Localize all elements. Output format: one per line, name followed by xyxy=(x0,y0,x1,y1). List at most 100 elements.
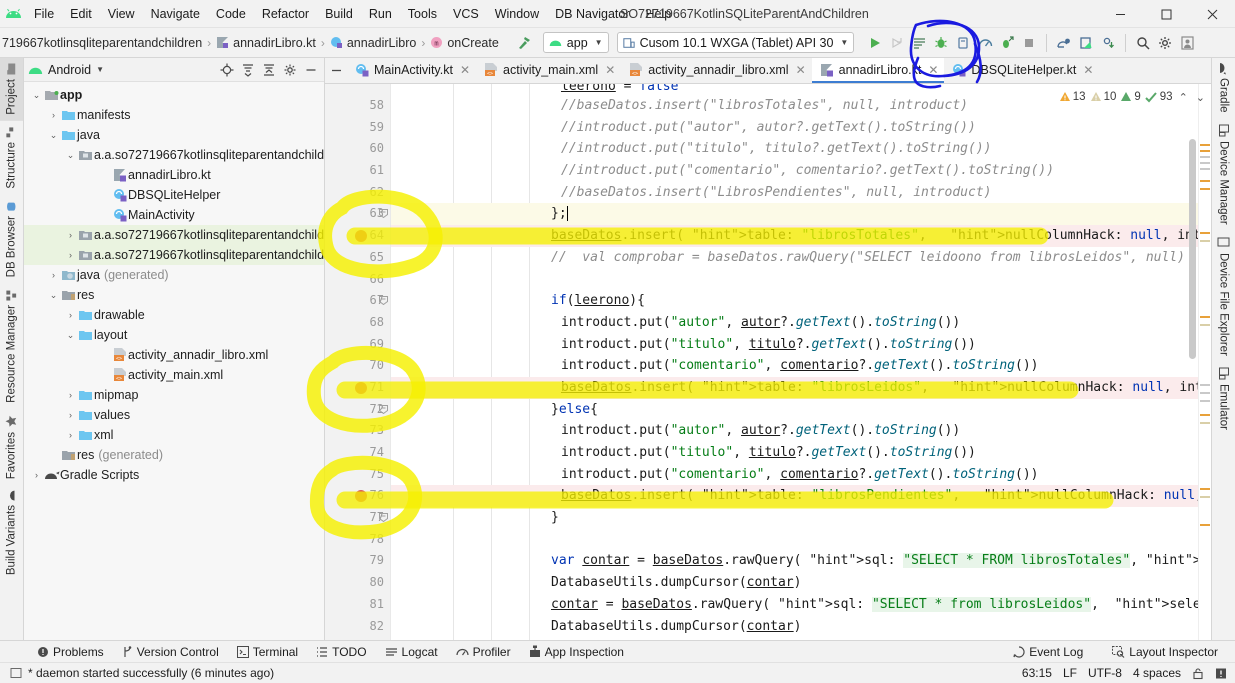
marker-stripe[interactable] xyxy=(1200,156,1210,158)
fold-marker-icon[interactable] xyxy=(379,296,388,306)
menu-tools[interactable]: Tools xyxy=(400,4,445,24)
marker-stripe[interactable] xyxy=(1200,168,1210,170)
rerun-icon[interactable] xyxy=(886,32,908,54)
bottom-tab-app-inspection[interactable]: App Inspection xyxy=(520,645,633,659)
chevron-down-icon[interactable]: ⌄ xyxy=(47,130,60,141)
editor-tab-annadirlibro-kt[interactable]: annadirLibro.kt ✕ xyxy=(811,58,945,83)
gutter-line-68[interactable]: 68 xyxy=(325,312,390,334)
hide-panel-icon[interactable] xyxy=(301,60,320,79)
hide-tabs-icon[interactable] xyxy=(325,58,347,83)
marker-stripe[interactable] xyxy=(1200,524,1210,526)
tree-node-drawable[interactable]: › drawable xyxy=(24,305,324,325)
expand-all-icon[interactable] xyxy=(238,60,257,79)
run-with-coverage-icon[interactable] xyxy=(996,32,1018,54)
gutter-line-71[interactable]: 71 xyxy=(325,377,390,399)
gutter-line-76[interactable]: 76 xyxy=(325,485,390,507)
tree-node-gradle-scripts[interactable]: › Gradle Scripts xyxy=(24,465,324,485)
editor-tab-mainactivity-kt[interactable]: MainActivity.kt ✕ xyxy=(347,58,477,83)
account-icon[interactable] xyxy=(1176,32,1198,54)
marker-stripe[interactable] xyxy=(1200,384,1210,386)
tree-node-a-a-so72719667kotlinsqliteparentandchild[interactable]: › a.a.so72719667kotlinsqliteparentandchil… xyxy=(24,225,324,245)
tree-node-activity-main-xml[interactable]: <> activity_main.xml xyxy=(24,365,324,385)
tool-tab-emulator[interactable]: Emulator xyxy=(1212,362,1235,436)
notification-icon[interactable] xyxy=(1215,667,1227,680)
error-marker-bar[interactable] xyxy=(1198,84,1211,640)
tree-node-a-a-so72719667kotlinsqliteparentandchild[interactable]: › a.a.so72719667kotlinsqliteparentandchil… xyxy=(24,245,324,265)
close-icon[interactable]: ✕ xyxy=(928,63,938,77)
bottom-tab-problems[interactable]: Problems xyxy=(28,645,113,659)
marker-stripe[interactable] xyxy=(1200,324,1210,326)
marker-stripe[interactable] xyxy=(1200,162,1210,164)
chevron-right-icon[interactable]: › xyxy=(47,270,60,280)
bottom-tab-todo[interactable]: TODO xyxy=(307,645,375,659)
gutter-line-57[interactable] xyxy=(325,84,390,95)
tool-tab-favorites[interactable]: Favorites xyxy=(0,409,23,485)
tree-node-java[interactable]: › java (generated) xyxy=(24,265,324,285)
menu-code[interactable]: Code xyxy=(208,4,254,24)
code-line-62[interactable]: //baseDatos.insert("LibrosPendientes", n… xyxy=(391,182,1198,204)
tree-node-mipmap[interactable]: › mipmap xyxy=(24,385,324,405)
menu-build[interactable]: Build xyxy=(317,4,361,24)
gutter-line-78[interactable]: 78 xyxy=(325,529,390,551)
profiler-icon[interactable] xyxy=(974,32,996,54)
code-line-64[interactable]: baseDatos.insert( "hint">table: "librosT… xyxy=(391,225,1198,247)
inspection-grammar[interactable]: 9 xyxy=(1120,91,1141,103)
code-line-60[interactable]: //introduct.put("titulo", titulo?.getTex… xyxy=(391,138,1198,160)
tree-node-values[interactable]: › values xyxy=(24,405,324,425)
marker-stripe[interactable] xyxy=(1200,488,1210,490)
line-separator[interactable]: LF xyxy=(1063,666,1077,680)
code-line-70[interactable]: introduct.put("comentario", comentario?.… xyxy=(391,355,1198,377)
gutter-line-81[interactable]: 81 xyxy=(325,594,390,616)
tool-tab-build-variants[interactable]: Build Variants xyxy=(0,485,23,581)
run-icon[interactable] xyxy=(864,32,886,54)
chevron-right-icon[interactable]: › xyxy=(64,390,77,400)
bottom-tab-terminal[interactable]: Terminal xyxy=(228,645,307,659)
bottom-tab-event-log[interactable]: Event Log xyxy=(1004,645,1092,659)
code-line-73[interactable]: introduct.put("autor", autor?.getText().… xyxy=(391,420,1198,442)
editor-gutter[interactable]: 58 59 60 61 62 63 64 65 66 67 68 69 70 71 72 73 74 75 76 77… xyxy=(325,84,408,640)
code-line-59[interactable]: //introduct.put("autor", autor?.getText(… xyxy=(391,117,1198,139)
inspection-checkmark[interactable]: 93 xyxy=(1145,91,1173,103)
gutter-line-72[interactable]: 72 xyxy=(325,399,390,421)
lock-icon[interactable] xyxy=(1192,667,1204,680)
bottom-tab-logcat[interactable]: Logcat xyxy=(376,645,447,659)
menu-run[interactable]: Run xyxy=(361,4,400,24)
code-line-81[interactable]: contar = baseDatos.rawQuery( "hint">sql:… xyxy=(391,594,1198,616)
tree-node-annadirlibro-kt[interactable]: annadirLibro.kt xyxy=(24,165,324,185)
project-view-selector-label[interactable]: Android xyxy=(48,63,91,77)
project-tree[interactable]: ⌄ app › manifests ⌄ java ⌄ a.a.so72719667kotlin… xyxy=(24,82,324,640)
breadcrumb-item-0[interactable]: 719667kotlinsqliteparentandchildren xyxy=(2,36,202,50)
chevron-down-icon[interactable]: ⌄ xyxy=(30,90,43,101)
chevron-down-icon[interactable]: ⌄ xyxy=(64,150,77,161)
bottom-tab-profiler[interactable]: Profiler xyxy=(447,645,520,659)
chevron-down-icon[interactable]: ▼ xyxy=(96,65,104,74)
marker-stripe[interactable] xyxy=(1200,422,1210,424)
chevron-down-icon[interactable]: ⌄ xyxy=(47,290,60,301)
chevron-down-icon[interactable]: ⌄ xyxy=(64,330,77,341)
breadcrumb-item-2[interactable]: annadirLibro xyxy=(330,36,416,50)
marker-stripe[interactable] xyxy=(1200,150,1210,152)
encoding[interactable]: UTF-8 xyxy=(1088,666,1122,680)
close-icon[interactable]: ✕ xyxy=(1083,63,1093,77)
settings-gear-icon[interactable] xyxy=(280,60,299,79)
code-line-63[interactable]: }; xyxy=(391,203,1198,226)
menu-view[interactable]: View xyxy=(100,4,143,24)
code-line-65[interactable]: // val comprobar = baseDatos.rawQuery("S… xyxy=(391,247,1198,269)
tree-node-app[interactable]: ⌄ app xyxy=(24,85,324,105)
tool-tab-project[interactable]: Project xyxy=(0,58,23,121)
bottom-tab-version-control[interactable]: Version Control xyxy=(113,645,228,659)
gutter-line-60[interactable]: 60 xyxy=(325,138,390,160)
tree-node-activity-annadir-libro-xml[interactable]: <> activity_annadir_libro.xml xyxy=(24,345,324,365)
chevron-right-icon[interactable]: › xyxy=(64,410,77,420)
gutter-line-58[interactable]: 58 xyxy=(325,95,390,117)
gutter-line-77[interactable]: 77 xyxy=(325,507,390,529)
menu-file[interactable]: File xyxy=(26,4,62,24)
gutter-line-63[interactable]: 63 xyxy=(325,203,408,225)
marker-stripe[interactable] xyxy=(1200,392,1210,394)
menu-navigate[interactable]: Navigate xyxy=(143,4,208,24)
fold-marker-icon[interactable] xyxy=(379,404,388,414)
code-line-75[interactable]: introduct.put("comentario", comentario?.… xyxy=(391,464,1198,486)
code-line-68[interactable]: introduct.put("autor", autor?.getText().… xyxy=(391,312,1198,334)
breadcrumb-item-3[interactable]: m onCreate xyxy=(430,36,499,50)
locate-icon[interactable] xyxy=(217,60,236,79)
